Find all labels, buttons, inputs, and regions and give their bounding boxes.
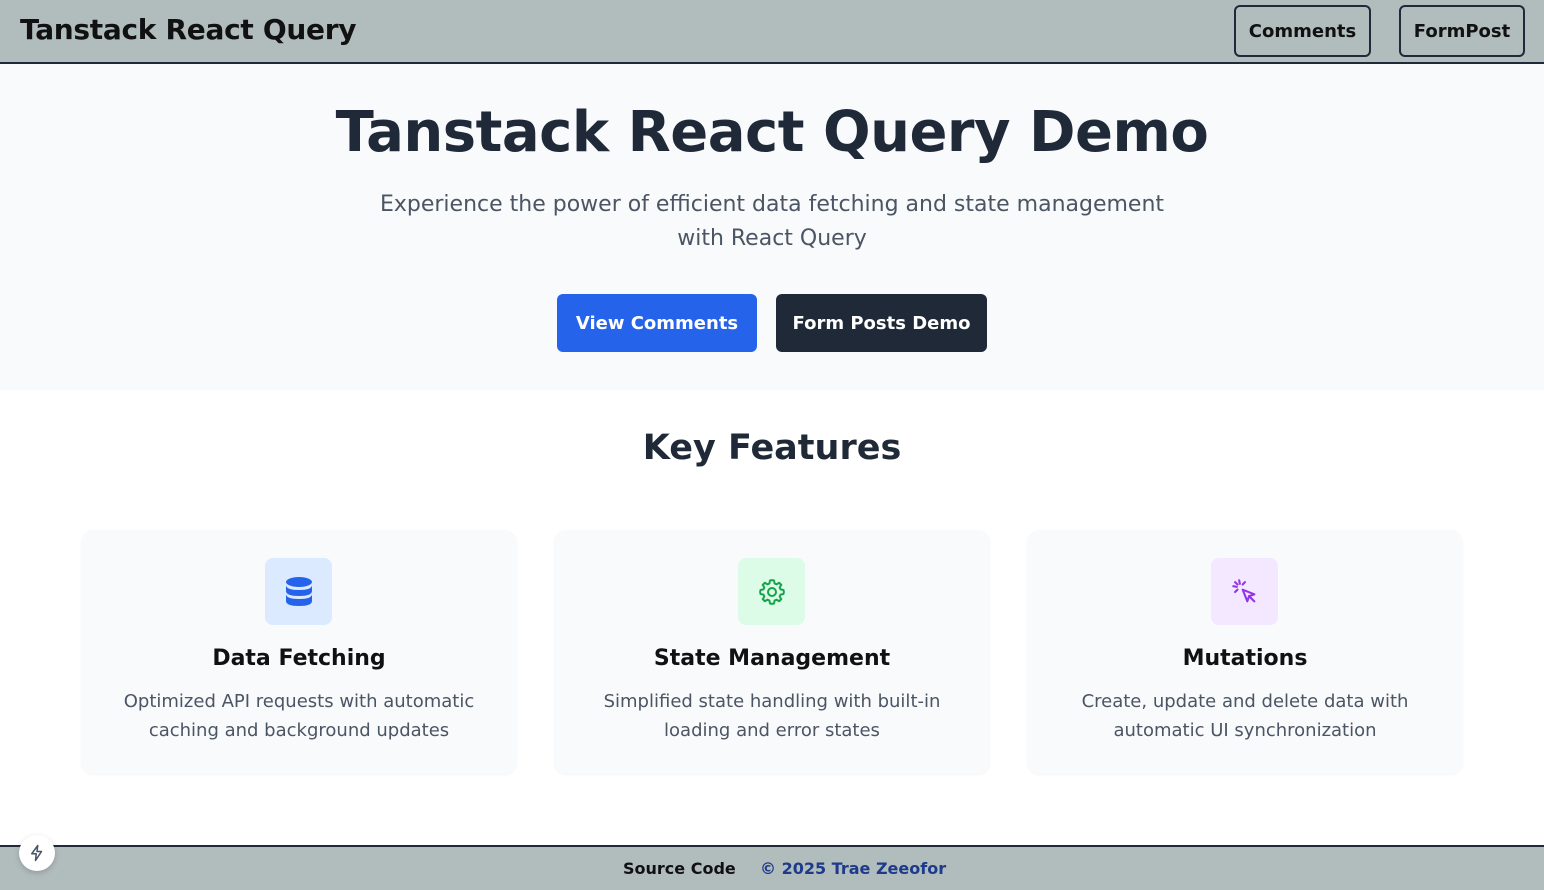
hero-title: Tanstack React Query Demo [335, 100, 1209, 165]
feature-card-state-management: State Management Simplified state handli… [554, 530, 990, 774]
feature-title: Data Fetching [212, 646, 386, 671]
copyright-link[interactable]: © 2025 Trae Zeeofor [760, 859, 946, 878]
nav-comments-button[interactable]: Comments [1234, 5, 1371, 57]
feature-card-data-fetching: Data Fetching Optimized API requests wit… [81, 530, 517, 774]
features-title: Key Features [642, 428, 902, 468]
cursor-click-icon [1231, 578, 1255, 602]
view-comments-button[interactable]: View Comments [557, 294, 757, 352]
form-posts-demo-button[interactable]: Form Posts Demo [776, 294, 987, 352]
hero-subtitle: Experience the power of efficient data f… [379, 192, 1165, 251]
feature-description: Simplified state handling with built-in … [603, 691, 941, 741]
feature-description: Optimized API requests with automatic ca… [123, 691, 475, 741]
database-icon [285, 576, 312, 606]
dev-tools-badge[interactable] [19, 835, 55, 871]
hero-section: Tanstack React Query Demo Experience the… [0, 64, 1544, 390]
feature-icon-box [265, 558, 332, 625]
feature-description: Create, update and delete data with auto… [1081, 691, 1409, 741]
source-code-link[interactable]: Source Code [623, 859, 736, 878]
nav-formpost-button[interactable]: FormPost [1399, 5, 1525, 57]
lightning-icon [31, 844, 43, 862]
top-navbar: Tanstack React Query Comments FormPost [0, 0, 1544, 64]
feature-title: Mutations [1182, 646, 1308, 671]
feature-title: State Management [653, 646, 891, 671]
feature-icon-box [1211, 558, 1278, 625]
gear-icon [758, 578, 785, 605]
footer: Source Code © 2025 Trae Zeeofor [0, 845, 1544, 890]
feature-icon-box [738, 558, 805, 625]
feature-card-mutations: Mutations Create, update and delete data… [1027, 530, 1463, 774]
brand-title[interactable]: Tanstack React Query [20, 13, 357, 46]
